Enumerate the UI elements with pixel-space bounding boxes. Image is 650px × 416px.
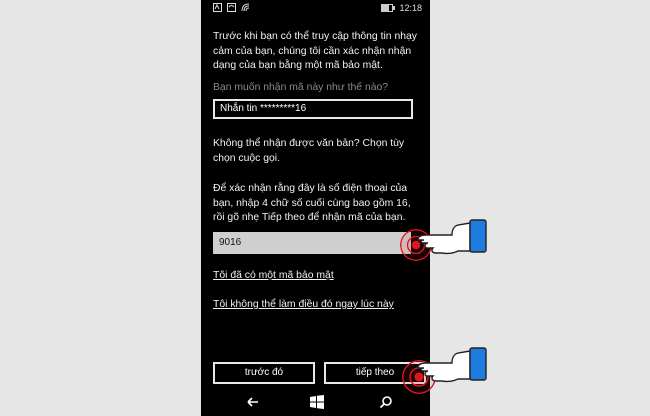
wifi-icon bbox=[241, 3, 250, 12]
last-digits-input[interactable]: 9016 bbox=[213, 232, 411, 254]
alt-text: Không thể nhận được văn bản? Chọn tùy ch… bbox=[213, 138, 405, 164]
back-button-label: trước đó bbox=[244, 367, 284, 378]
status-time: 12:18 bbox=[399, 3, 422, 13]
nav-bar bbox=[201, 388, 430, 416]
method-dropdown[interactable]: Nhắn tin *********16 bbox=[213, 99, 413, 119]
sync-icon bbox=[227, 3, 236, 12]
next-button-label: tiếp theo bbox=[355, 367, 395, 378]
have-code-link[interactable]: Tôi đã có một mã bảo mật bbox=[213, 270, 334, 281]
instructions-text: Để xác nhận rằng đây là số điện thoại củ… bbox=[213, 183, 411, 223]
pointing-hand-icon bbox=[417, 219, 487, 255]
method-dropdown-value: Nhắn tin *********16 bbox=[220, 103, 307, 114]
phone-screen: 12:18 Trước khi bạn có thể truy cập thôn… bbox=[201, 0, 430, 416]
cant-now-link[interactable]: Tôi không thể làm điều đó ngay lúc này bbox=[213, 299, 394, 310]
back-button[interactable]: trước đó bbox=[213, 362, 315, 384]
last-digits-value: 9016 bbox=[219, 237, 242, 248]
back-arrow-icon[interactable] bbox=[245, 394, 261, 410]
status-bar: 12:18 bbox=[201, 0, 430, 18]
battery-icon bbox=[381, 4, 396, 12]
pointing-hand-icon-2 bbox=[417, 347, 487, 383]
search-icon[interactable] bbox=[378, 394, 394, 410]
windows-start-icon[interactable] bbox=[309, 394, 325, 410]
intro-text: Trước khi bạn có thể truy cập thông tin … bbox=[213, 31, 417, 71]
nfc-icon bbox=[213, 3, 222, 12]
method-prompt: Bạn muốn nhận mã này như thế nào? bbox=[213, 82, 389, 93]
